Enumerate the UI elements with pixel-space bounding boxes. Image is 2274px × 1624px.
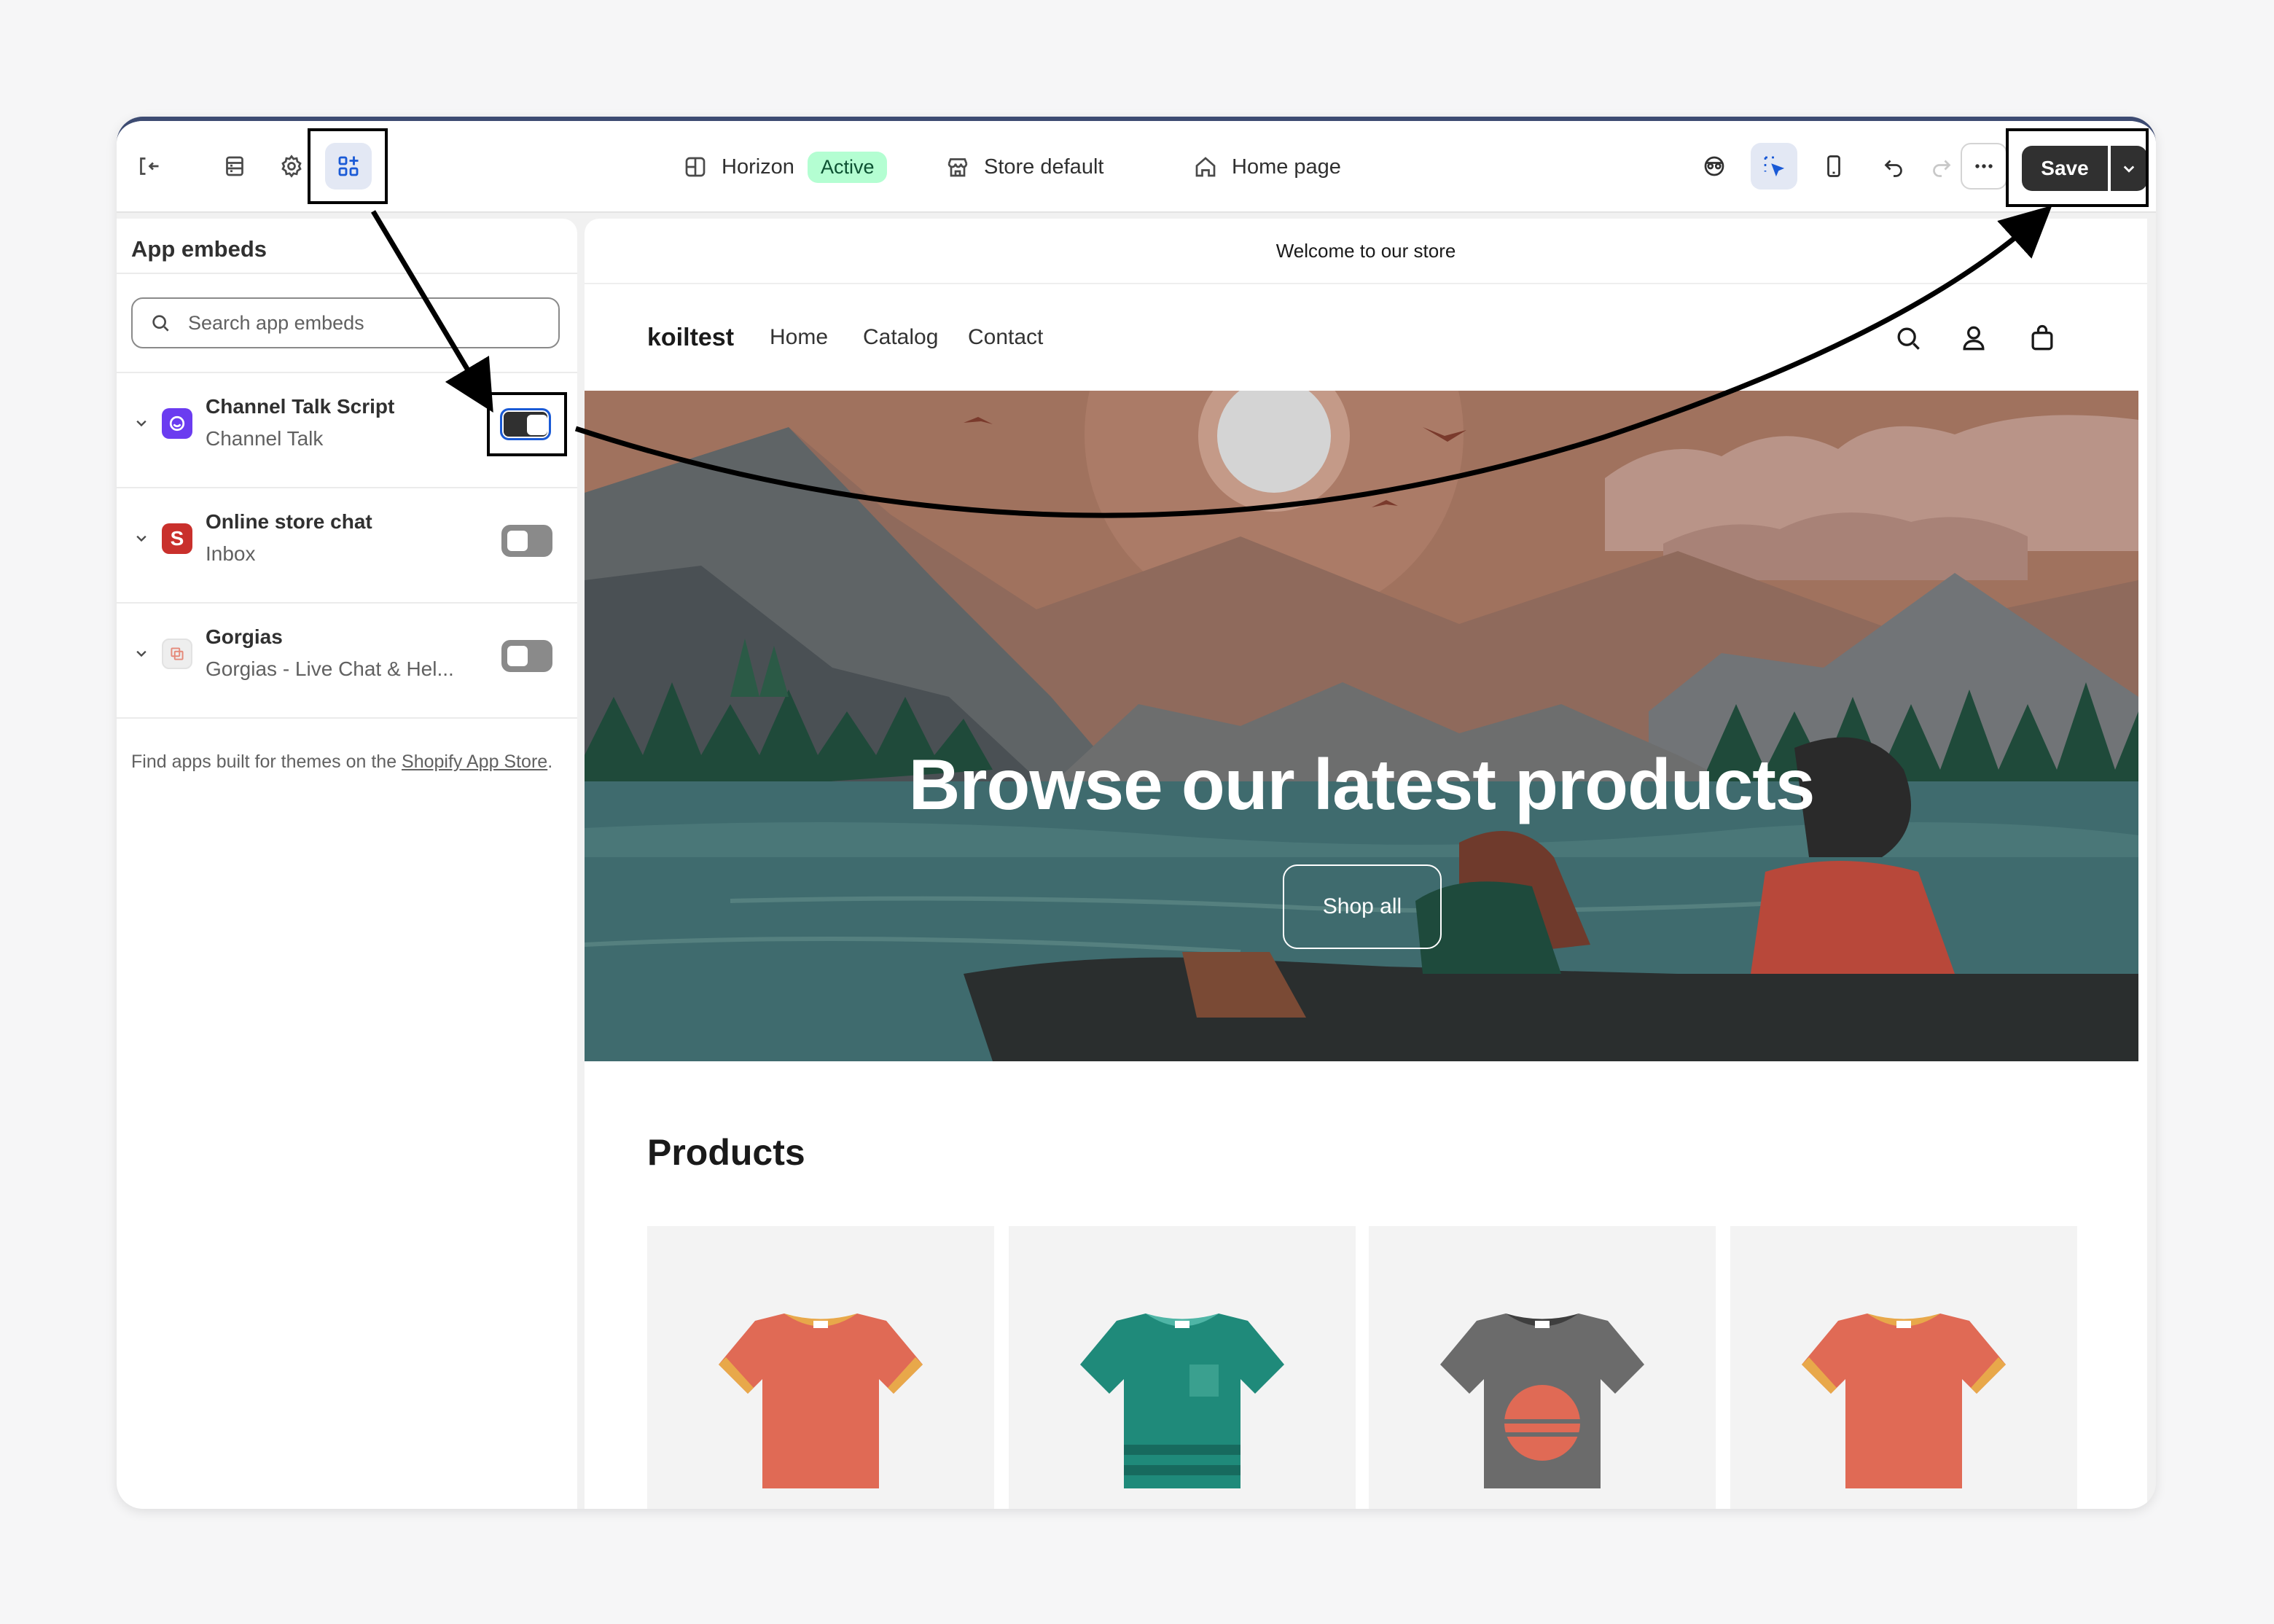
embed-name: Channel Talk Script xyxy=(206,395,395,418)
search-input[interactable] xyxy=(188,311,538,335)
divider xyxy=(117,717,577,719)
embed-provider: Inbox xyxy=(206,542,256,565)
panel-title: App embeds xyxy=(131,236,267,262)
status-badge: Active xyxy=(807,151,888,183)
chevron-down-icon[interactable] xyxy=(131,528,152,548)
tshirt-icon xyxy=(719,1313,923,1488)
page-select-label: Home page xyxy=(1232,155,1341,179)
search-icon xyxy=(152,315,169,332)
theme-icon xyxy=(685,157,706,177)
embed-row-online-store-chat: S Online store chat Inbox xyxy=(117,488,577,602)
hero-illustration xyxy=(585,391,2138,1061)
channel-talk-icon xyxy=(162,408,192,439)
products-heading: Products xyxy=(647,1132,805,1173)
embed-provider: Channel Talk xyxy=(206,427,324,450)
undo-icon[interactable] xyxy=(1870,143,1917,190)
embed-name: Online store chat xyxy=(206,510,372,533)
mobile-preview-icon[interactable] xyxy=(1810,143,1857,190)
search-icon[interactable] xyxy=(1892,322,1924,354)
tshirt-icon xyxy=(1802,1313,2006,1488)
tshirt-icon xyxy=(1080,1313,1284,1488)
product-card[interactable] xyxy=(1009,1226,1356,1509)
divider xyxy=(117,273,577,274)
nav-link-home[interactable]: Home xyxy=(770,325,828,350)
nav-link-contact[interactable]: Contact xyxy=(968,325,1043,350)
highlight-toggle xyxy=(487,392,567,456)
tshirt-icon xyxy=(1440,1313,1644,1488)
shop-all-button[interactable]: Shop all xyxy=(1283,864,1442,949)
embed-row-gorgias: Gorgias Gorgias - Live Chat & Hel... xyxy=(117,604,577,717)
theme-editor-window: Horizon Active Store default Home page S… xyxy=(117,117,2156,1509)
theme-selector[interactable]: Horizon Active xyxy=(682,121,888,213)
product-card[interactable] xyxy=(1369,1226,1716,1509)
store-icon xyxy=(948,158,968,177)
announcement-bar[interactable]: Welcome to our store xyxy=(585,219,2147,284)
search-field[interactable] xyxy=(131,297,560,348)
exit-icon[interactable] xyxy=(125,143,172,190)
store-setting-label: Store default xyxy=(984,155,1104,179)
store-header: koiltest Home Catalog Contact xyxy=(585,286,2147,389)
highlight-app-embeds xyxy=(308,128,388,204)
highlight-save xyxy=(2006,128,2149,207)
storefront-preview: Welcome to our store koiltest Home Catal… xyxy=(585,219,2147,1509)
page-selector[interactable]: Home page xyxy=(1192,121,1341,213)
selector-icon[interactable] xyxy=(1751,143,1797,190)
chevron-down-icon[interactable] xyxy=(131,643,152,663)
redo-icon xyxy=(1918,143,1965,190)
toggle-knob xyxy=(507,646,528,666)
theme-name: Horizon xyxy=(722,155,794,179)
chevron-down-icon[interactable] xyxy=(131,413,152,433)
inspector-icon[interactable] xyxy=(1691,143,1738,190)
top-bar: Horizon Active Store default Home page S… xyxy=(117,121,2156,213)
footer-note: Find apps built for themes on the Shopif… xyxy=(131,746,554,777)
embed-toggle-gorgias[interactable] xyxy=(501,640,552,672)
store-selector[interactable]: Store default xyxy=(945,121,1103,213)
more-icon[interactable] xyxy=(1961,143,2007,190)
shopify-app-store-link[interactable]: Shopify App Store xyxy=(402,752,547,772)
embed-name: Gorgias xyxy=(206,625,283,648)
nav-link-catalog[interactable]: Catalog xyxy=(863,325,938,350)
embed-toggle-online-store-chat[interactable] xyxy=(501,525,552,557)
footer-end: . xyxy=(547,752,553,772)
hero-banner: Browse our latest products Shop all xyxy=(585,391,2138,1061)
gorgias-icon xyxy=(162,639,192,669)
home-icon xyxy=(1195,157,1216,177)
product-card[interactable] xyxy=(1730,1226,2077,1509)
cart-icon[interactable] xyxy=(2026,322,2058,354)
account-icon[interactable] xyxy=(1958,322,1990,354)
product-card[interactable] xyxy=(647,1226,994,1509)
toggle-knob xyxy=(507,531,528,551)
hero-title: Browse our latest products xyxy=(908,744,1816,824)
embed-provider: Gorgias - Live Chat & Hel... xyxy=(206,657,454,680)
sections-icon[interactable] xyxy=(211,143,258,190)
store-logo[interactable]: koiltest xyxy=(647,324,734,352)
footer-text: Find apps built for themes on the xyxy=(131,752,402,772)
inbox-icon: S xyxy=(162,523,192,554)
